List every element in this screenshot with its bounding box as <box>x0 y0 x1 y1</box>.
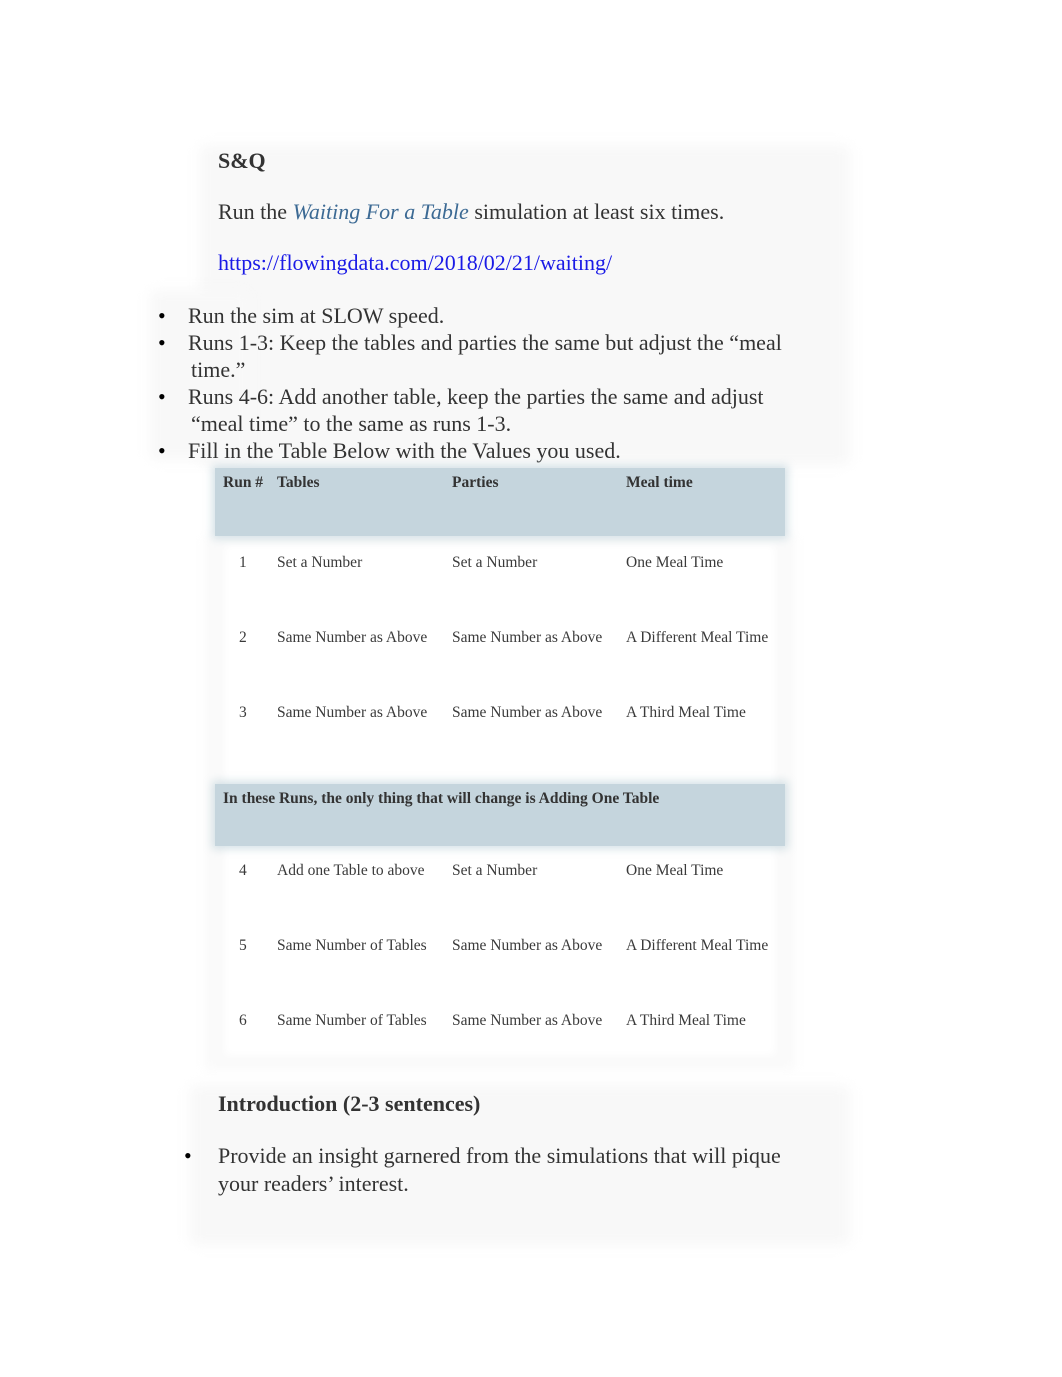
intro-paragraph: Run the Waiting For a Table simulation a… <box>218 199 724 225</box>
simulation-link[interactable]: Waiting For a Table <box>293 199 469 224</box>
header-cell: Tables <box>277 474 320 491</box>
bullet-icon: • <box>158 438 166 463</box>
table-cell: 5 <box>239 937 247 954</box>
list-item-text: Fill in the Table Below with the Values … <box>188 438 621 463</box>
header-cell: Parties <box>452 474 499 491</box>
table-cell: Same Number as Above <box>452 937 603 954</box>
section-heading: S&Q <box>218 148 266 173</box>
table-row: 2 Same Number as Above Same Number as Ab… <box>215 617 785 692</box>
list-item: • Fill in the Table Below with the Value… <box>158 437 838 464</box>
list-item-text: “meal time” to the same as runs 1-3. <box>191 411 512 436</box>
list-item: • Runs 1-3: Keep the tables and parties … <box>158 329 838 383</box>
table-cell: Same Number of Tables <box>277 937 427 954</box>
table-cell: 3 <box>239 704 247 721</box>
list-item-text: Runs 4-6: Add another table, keep the pa… <box>188 384 764 409</box>
bullet-icon: • <box>158 330 166 355</box>
table-cell: 4 <box>239 862 247 879</box>
intro-bullet-text: Provide an insight garnered from the sim… <box>218 1143 781 1168</box>
table-row: 5 Same Number of Tables Same Number as A… <box>215 925 785 1000</box>
section-label: In these Runs, the only thing that will … <box>223 790 660 807</box>
table-cell: Same Number as Above <box>277 629 428 646</box>
bullet-icon: • <box>158 303 166 328</box>
table-cell: 6 <box>239 1012 247 1029</box>
table-cell: A Different Meal Time <box>626 937 769 954</box>
table-header: Run # Tables Parties Meal time <box>215 468 785 536</box>
header-cell: Run # <box>223 474 264 491</box>
url-link[interactable]: https://flowingdata.com/2018/02/21/waiti… <box>218 250 612 276</box>
runs-table: Run # Tables Parties Meal time 1 Set a N… <box>215 468 785 1075</box>
intro-bullet-text: your readers’ interest. <box>218 1171 409 1196</box>
table-cell: 1 <box>239 554 247 571</box>
table-cell: A Third Meal Time <box>626 1012 746 1029</box>
bullet-icon: • <box>158 384 166 409</box>
instruction-list: • Run the sim at SLOW speed. • Runs 1-3:… <box>158 302 838 464</box>
table-cell: One Meal Time <box>626 862 724 879</box>
table-cell: 2 <box>239 629 247 646</box>
list-item-text: Runs 1-3: Keep the tables and parties th… <box>188 330 782 355</box>
table-cell: Same Number of Tables <box>277 1012 427 1029</box>
section-header-row: In these Runs, the only thing that will … <box>215 784 785 846</box>
table-cell: Same Number as Above <box>452 704 603 721</box>
list-item: • Runs 4-6: Add another table, keep the … <box>158 383 838 437</box>
table-cell: Set a Number <box>452 554 538 571</box>
table-cell: A Different Meal Time <box>626 629 769 646</box>
table-row: 6 Same Number of Tables Same Number as A… <box>215 1000 785 1075</box>
table-cell: One Meal Time <box>626 554 724 571</box>
table-cell: Set a Number <box>277 554 363 571</box>
table-cell: Set a Number <box>452 862 538 879</box>
table-row: 4 Add one Table to above Set a Number On… <box>215 850 785 925</box>
table-cell: Same Number as Above <box>277 704 428 721</box>
bullet-icon: • <box>184 1143 192 1168</box>
intro-prefix: Run the <box>218 199 293 224</box>
table-cell: Add one Table to above <box>277 862 425 879</box>
table-row: 1 Set a Number Set a Number One Meal Tim… <box>215 542 785 617</box>
list-item-text: time.” <box>191 357 246 382</box>
list-item-text: Run the sim at SLOW speed. <box>188 303 445 328</box>
list-item: • Run the sim at SLOW speed. <box>158 302 838 329</box>
table-cell: Same Number as Above <box>452 1012 603 1029</box>
intro-bullet: • Provide an insight garnered from the s… <box>184 1142 781 1198</box>
table-row: 3 Same Number as Above Same Number as Ab… <box>215 692 785 767</box>
table-cell: Same Number as Above <box>452 629 603 646</box>
table-cell: A Third Meal Time <box>626 704 746 721</box>
intro-suffix: simulation at least six times. <box>468 199 725 224</box>
introduction-heading: Introduction (2-3 sentences) <box>218 1091 481 1116</box>
header-cell: Meal time <box>626 474 693 491</box>
